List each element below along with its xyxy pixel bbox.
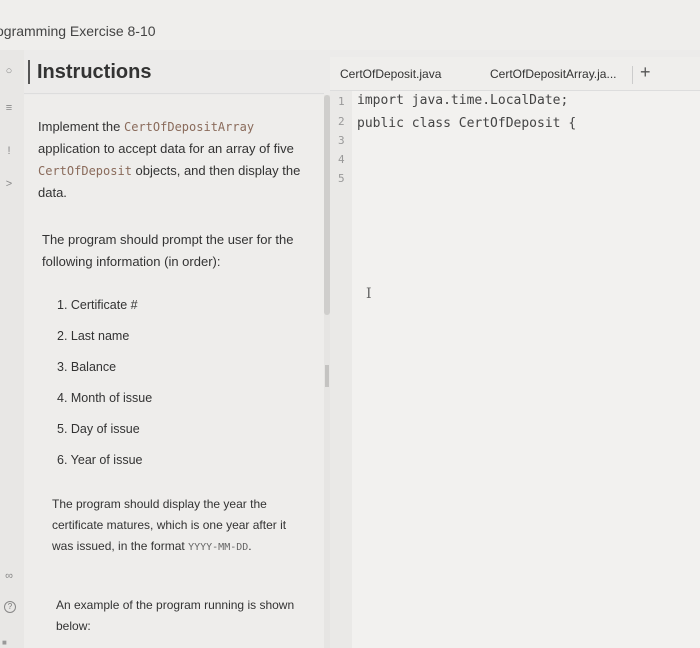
share-icon[interactable]: ∞ xyxy=(2,570,16,582)
left-rail: ○ ≡ ! > ∞ xyxy=(0,50,24,648)
line-number: 5 xyxy=(338,172,345,185)
instructions-header: Instructions xyxy=(24,50,324,94)
text-cursor-icon: I xyxy=(366,286,372,302)
code-line[interactable]: import java.time.LocalDate; xyxy=(357,93,568,108)
code-class-name: CertOfDeposit xyxy=(38,164,132,178)
more-icon[interactable]: ■ xyxy=(2,638,16,648)
exercise-title: ogramming Exercise 8-10 xyxy=(0,23,156,39)
chevron-left-icon[interactable]: ○ xyxy=(2,65,16,77)
panel-resize-handle[interactable] xyxy=(325,365,329,387)
line-number: 3 xyxy=(338,134,345,147)
display-text: . xyxy=(248,539,252,553)
list-item: 4. Month of issue xyxy=(57,391,153,405)
instructions-intro: Implement the CertOfDepositArray applica… xyxy=(38,116,308,204)
exercise-header: ogramming Exercise 8-10 xyxy=(0,0,700,50)
list-item: 1. Certificate # xyxy=(57,298,138,312)
line-number: 4 xyxy=(338,153,345,166)
line-number: 2 xyxy=(338,115,345,128)
list-icon[interactable]: ≡ xyxy=(2,102,16,114)
code-line[interactable]: public class CertOfDeposit { xyxy=(357,116,576,131)
help-icon[interactable]: ? xyxy=(4,601,16,613)
code-class-name: CertOfDepositArray xyxy=(124,120,255,134)
line-number: 1 xyxy=(338,95,345,108)
list-item: 3. Balance xyxy=(57,360,117,374)
list-item: 5. Day of issue xyxy=(57,422,140,436)
intro-text: application to accept data for an array … xyxy=(38,141,294,156)
header-divider xyxy=(28,60,30,84)
code-editor[interactable] xyxy=(330,57,700,648)
date-format-code: YYYY-MM-DD xyxy=(188,542,249,553)
instructions-prompt: The program should prompt the user for t… xyxy=(42,232,294,269)
instructions-title: Instructions xyxy=(37,61,152,83)
editor-tabs: CertOfDeposit.java CertOfDepositArray.ja… xyxy=(330,57,700,91)
list-item: 6. Year of issue xyxy=(57,453,143,467)
instructions-example: An example of the program running is sho… xyxy=(56,598,295,633)
info-icon[interactable]: ! xyxy=(2,145,16,157)
tab-separator xyxy=(632,66,633,84)
chevron-right-icon[interactable]: > xyxy=(2,178,16,190)
instructions-display: The program should display the year the … xyxy=(52,494,302,558)
add-tab-button[interactable]: + xyxy=(640,62,651,83)
tab-certofdepositarray[interactable]: CertOfDepositArray.ja... xyxy=(490,67,616,81)
tab-certofdeposit[interactable]: CertOfDeposit.java xyxy=(340,67,441,81)
intro-text: Implement the xyxy=(38,119,124,134)
list-item: 2. Last name xyxy=(57,329,130,343)
